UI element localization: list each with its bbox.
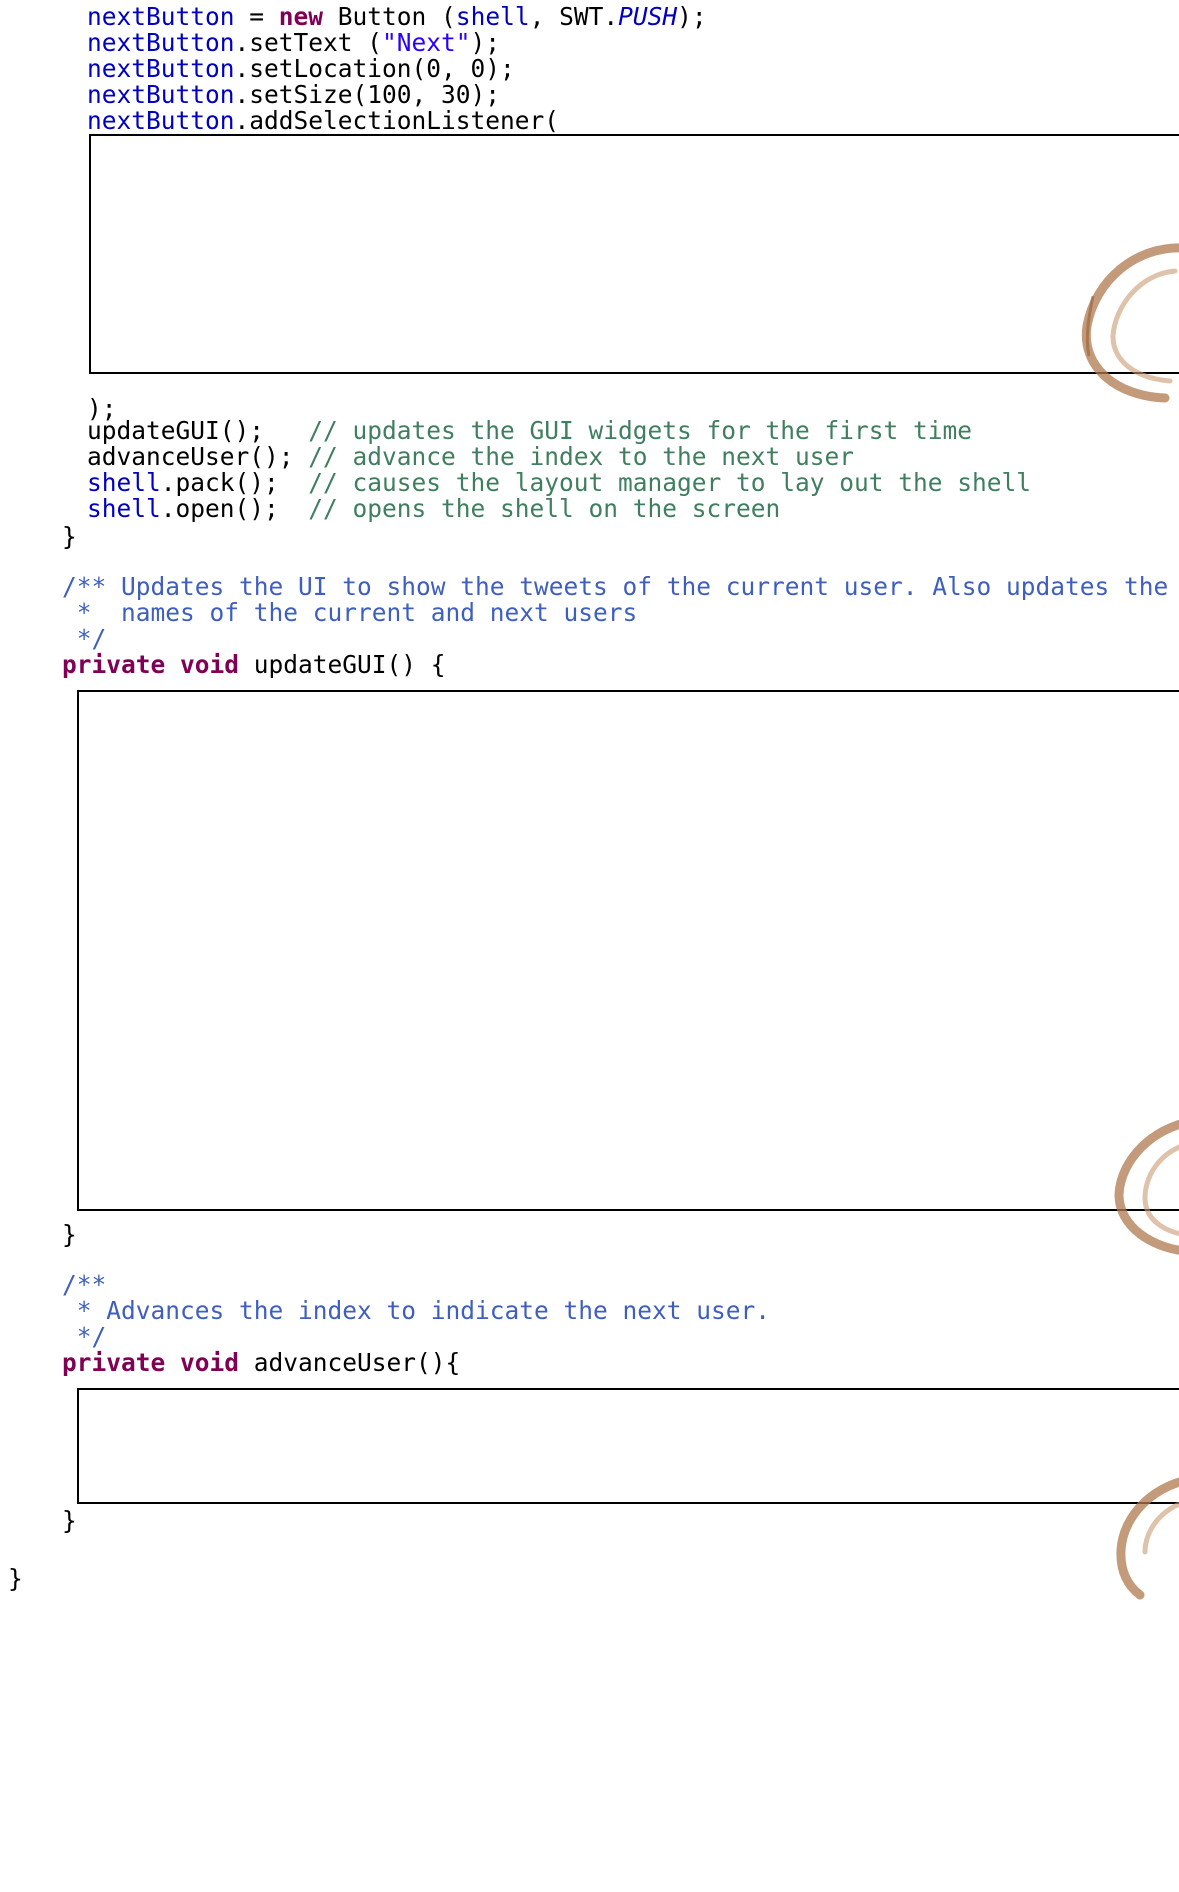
code-text: );: [677, 2, 707, 31]
comment: // advance the index to the next user: [308, 442, 855, 471]
code-line: * Advances the index to indicate the nex…: [62, 1296, 770, 1326]
code-line: nextButton.addSelectionListener(: [87, 106, 559, 136]
code-text: );: [470, 28, 501, 57]
answer-box-advanceuser[interactable]: [77, 1388, 1179, 1504]
doc-comment: * names of the current and next users: [62, 598, 638, 627]
code-line: private void updateGUI() {: [62, 650, 446, 680]
code-text: advanceUser();: [87, 442, 309, 471]
code-line: }: [62, 522, 77, 552]
answer-box-updategui[interactable]: [77, 690, 1179, 1211]
code-line: shell.open(); // opens the shell on the …: [87, 494, 780, 524]
string-literal: "Next": [382, 28, 471, 57]
code-text: .setText (: [234, 28, 383, 57]
keyword: new: [278, 2, 324, 31]
code-text: .setLocation(0, 0);: [234, 54, 515, 83]
comment: // causes the layout manager to lay out …: [308, 468, 1032, 497]
code-text: .pack();: [160, 468, 309, 497]
code-text: .open();: [160, 494, 309, 523]
code-text: .addSelectionListener(: [234, 106, 560, 135]
doc-comment: /**: [62, 1270, 107, 1299]
code-line: }: [8, 1564, 23, 1594]
keyword: void: [180, 650, 240, 679]
coffee-stain-icon: [1081, 243, 1179, 403]
keyword: void: [180, 1348, 240, 1377]
code-text: updateGUI();: [87, 416, 309, 445]
doc-comment: /** Updates the UI to show the tweets of…: [62, 572, 1169, 601]
identifier: nextButton: [87, 106, 235, 135]
coffee-stain-icon: [1116, 1477, 1179, 1600]
brace: }: [8, 1564, 23, 1593]
coffee-stain-icon: [1114, 1119, 1179, 1255]
code-text: advanceUser(){: [239, 1348, 461, 1377]
code-text: .setSize(100, 30);: [234, 80, 501, 109]
identifier: shell: [455, 2, 530, 31]
comment: // opens the shell on the screen: [308, 494, 781, 523]
keyword: private: [62, 1348, 166, 1377]
identifier: nextButton: [87, 28, 235, 57]
identifier: nextButton: [87, 80, 235, 109]
brace: }: [62, 1220, 77, 1249]
identifier: nextButton: [87, 54, 235, 83]
keyword: private: [62, 650, 166, 679]
code-line: private void advanceUser(){: [62, 1348, 460, 1378]
code-line: }: [62, 1506, 77, 1536]
brace: }: [62, 1506, 77, 1535]
identifier: shell: [87, 494, 161, 523]
comment: // updates the GUI widgets for the first…: [308, 416, 973, 445]
code-text: =: [234, 2, 279, 31]
identifier: shell: [87, 468, 161, 497]
identifier: nextButton: [87, 2, 235, 31]
code-line: }: [62, 1220, 77, 1250]
doc-comment: */: [62, 624, 107, 653]
code-line: * names of the current and next users: [62, 598, 638, 628]
code-text: , SWT.: [529, 2, 619, 31]
doc-comment: * Advances the index to indicate the nex…: [62, 1296, 771, 1325]
answer-box-listener[interactable]: [89, 134, 1179, 374]
code-text: updateGUI() {: [239, 650, 446, 679]
code-text: Button (: [323, 2, 456, 31]
constant: PUSH: [618, 2, 678, 31]
brace: }: [62, 522, 77, 551]
doc-comment: */: [62, 1322, 107, 1351]
